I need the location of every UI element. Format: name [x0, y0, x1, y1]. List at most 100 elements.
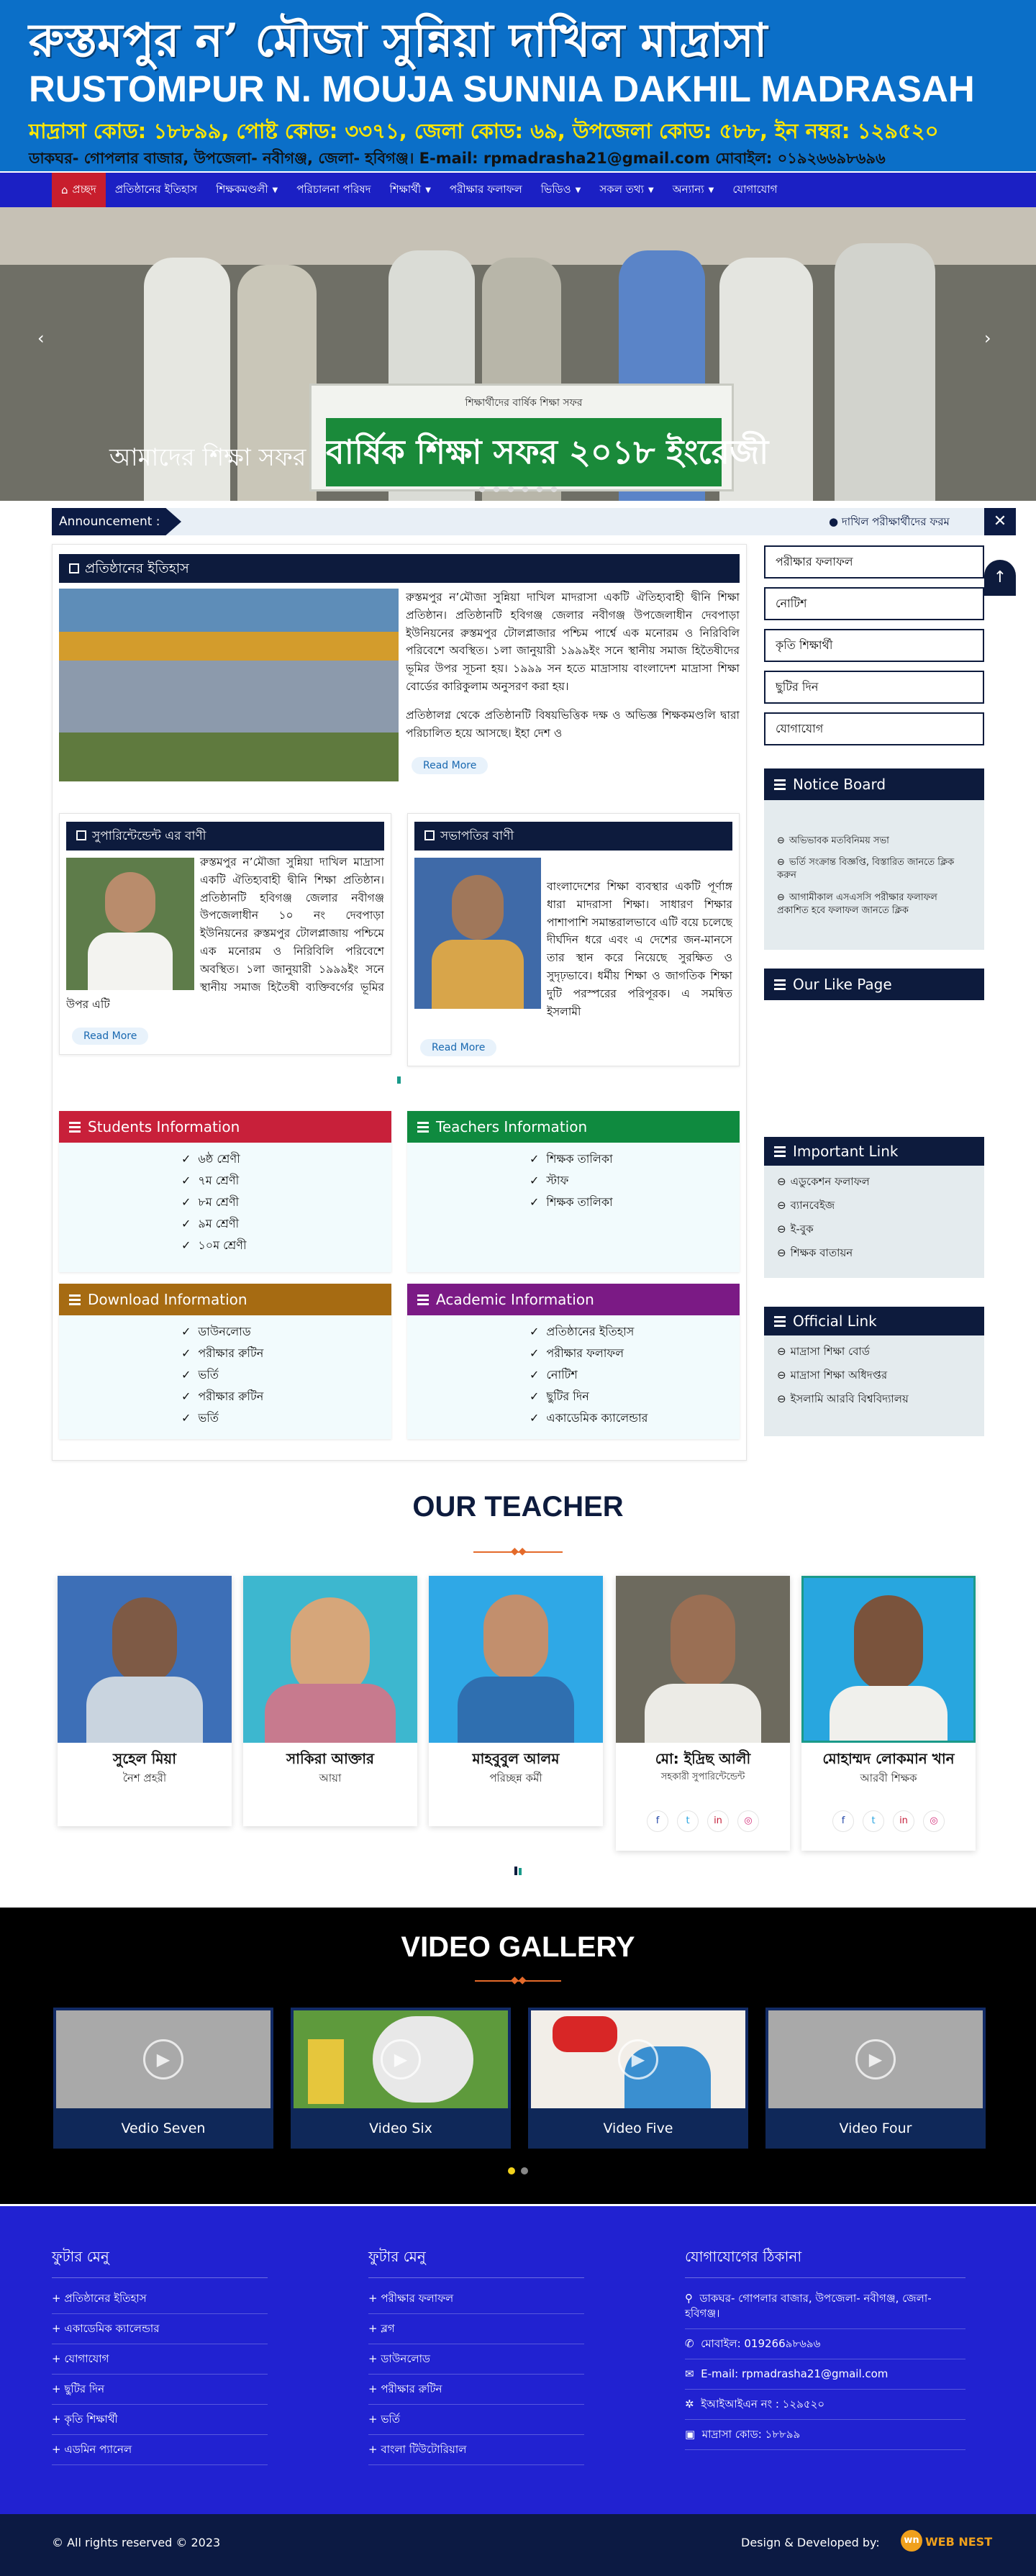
- nav-item-teachers[interactable]: শিক্ষকমণ্ডলী ▼: [206, 173, 287, 207]
- video-card[interactable]: ▶ Video Six: [291, 2008, 511, 2149]
- teacher-card[interactable]: মাহবুবুল আলম পরিচ্ছন্ন কর্মী: [429, 1576, 603, 1826]
- nav-item-committee[interactable]: পরিচালনা পরিষদ: [287, 173, 380, 207]
- nav-item-video[interactable]: ভিডিও ▼: [532, 173, 591, 207]
- list-item[interactable]: পরীক্ষার রুটিন: [181, 1386, 391, 1407]
- list-item[interactable]: ৯ম শ্রেণী: [181, 1213, 391, 1235]
- menu-icon: [417, 1299, 429, 1301]
- footer-contact-item: ✆ মোবাইল: 019266৯৮৬৯৬: [685, 2329, 965, 2359]
- carousel-indicator[interactable]: [519, 1868, 522, 1875]
- video-card[interactable]: ▶ Video Four: [765, 2008, 986, 2149]
- instagram-icon[interactable]: ◎: [923, 1810, 945, 1832]
- video-card[interactable]: ▶ Video Five: [528, 2008, 748, 2149]
- list-item[interactable]: প্রতিষ্ঠানের ইতিহাস: [530, 1321, 740, 1343]
- carousel-dot-active[interactable]: [508, 2167, 515, 2174]
- list-item[interactable]: ১০ম শ্রেণী: [181, 1235, 391, 1256]
- teachers-info-header: Teachers Information: [407, 1111, 740, 1143]
- nav-item-home[interactable]: ⌂ প্রচ্ছদ: [52, 173, 106, 207]
- twitter-icon[interactable]: t: [863, 1810, 884, 1832]
- linkedin-icon[interactable]: in: [707, 1810, 729, 1832]
- list-item[interactable]: ৬ষ্ঠ শ্রেণী: [181, 1148, 391, 1170]
- linkedin-icon[interactable]: in: [893, 1810, 914, 1832]
- quick-link-notice[interactable]: নোটিশ: [764, 587, 984, 620]
- developer-brand[interactable]: WEB NEST: [925, 2535, 992, 2549]
- nav-item-others[interactable]: অন্যান্য ▼: [663, 173, 724, 207]
- slider-dots[interactable]: [460, 486, 576, 494]
- list-item[interactable]: ভর্তি: [181, 1364, 391, 1386]
- teacher-card[interactable]: সুহেল মিয়া নৈশ প্রহরী: [58, 1576, 232, 1826]
- notice-item[interactable]: ভর্তি সংক্রান্ত বিজ্ঞপ্তি, বিস্তারিত জান…: [764, 852, 984, 886]
- list-item[interactable]: স্টাফ: [530, 1170, 740, 1192]
- list-item[interactable]: ছুটির দিন: [530, 1386, 740, 1407]
- twitter-icon[interactable]: t: [677, 1810, 699, 1832]
- important-link-item[interactable]: ব্যানবেইজ: [764, 1194, 984, 1217]
- super-read-more-button[interactable]: Read More: [72, 1028, 149, 1045]
- video-card[interactable]: ▶ Vedio Seven: [53, 2008, 273, 2149]
- facebook-icon[interactable]: f: [832, 1810, 854, 1832]
- footer-link[interactable]: + ভর্তি: [368, 2405, 584, 2435]
- footer-link[interactable]: + কৃতি শিক্ষার্থী: [52, 2405, 268, 2435]
- official-link-item[interactable]: মাদ্রাসা শিক্ষা অধিদপ্তর: [764, 1364, 984, 1387]
- footer-link[interactable]: + পরীক্ষার রুটিন: [368, 2375, 584, 2405]
- back-to-top-icon[interactable]: ↑: [984, 560, 1016, 596]
- footer-link[interactable]: + বাংলা টিউটোরিয়াল: [368, 2435, 584, 2465]
- footer-contact-item[interactable]: ✉ E-mail: rpmadrasha21@gmail.com: [685, 2359, 965, 2390]
- carousel-dot[interactable]: [521, 2167, 528, 2174]
- footer-link[interactable]: + একাডেমিক ক্যালেন্ডার: [52, 2314, 268, 2344]
- play-icon[interactable]: ▶: [143, 2039, 183, 2080]
- quick-link-achievers[interactable]: কৃতি শিক্ষার্থী: [764, 629, 984, 662]
- teacher-card[interactable]: সাকিরা আক্তার আয়া: [243, 1576, 417, 1826]
- history-read-more-button[interactable]: Read More: [412, 757, 489, 774]
- play-icon[interactable]: ▶: [381, 2039, 421, 2080]
- important-link-item[interactable]: ই-বুক: [764, 1217, 984, 1241]
- quick-link-holidays[interactable]: ছুটির দিন: [764, 671, 984, 704]
- list-item[interactable]: শিক্ষক তালিকা: [530, 1192, 740, 1213]
- teacher-card[interactable]: মো: ইদ্রিছ আলী সহকারী সুপারিন্টেন্ডেন্ট …: [616, 1576, 790, 1851]
- banner-small-text: শিক্ষার্থীদের বার্ষিক শিক্ষা সফর: [465, 397, 583, 409]
- official-link-item[interactable]: ইসলামি আরবি বিশ্ববিদ্যালয়: [764, 1387, 984, 1411]
- carousel-indicator[interactable]: [514, 1867, 517, 1875]
- list-item[interactable]: ডাউনলোড: [181, 1321, 391, 1343]
- president-read-more-button[interactable]: Read More: [420, 1039, 497, 1056]
- list-item[interactable]: পরীক্ষার ফলাফল: [530, 1343, 740, 1364]
- teacher-card[interactable]: মোহাম্মদ লোকমান খান আরবী শিক্ষক f t in ◎: [801, 1576, 976, 1851]
- play-icon[interactable]: ▶: [855, 2039, 896, 2080]
- nav-item-results[interactable]: পরীক্ষার ফলাফল: [440, 173, 532, 207]
- quick-link-contact[interactable]: যোগাযোগ: [764, 712, 984, 745]
- list-item[interactable]: ৭ম শ্রেণী: [181, 1170, 391, 1192]
- quick-link-results[interactable]: পরীক্ষার ফলাফল: [764, 545, 984, 579]
- official-link-item[interactable]: মাদ্রাসা শিক্ষা বোর্ড: [764, 1340, 984, 1364]
- list-item[interactable]: পরীক্ষার রুটিন: [181, 1343, 391, 1364]
- nav-item-students[interactable]: শিক্ষার্থী ▼: [381, 173, 440, 207]
- slider-prev-icon[interactable]: ‹: [37, 328, 45, 348]
- developer-logo-icon[interactable]: wn: [901, 2530, 922, 2552]
- play-icon[interactable]: ▶: [618, 2039, 658, 2080]
- footer-link[interactable]: + এডমিন প্যানেল: [52, 2435, 268, 2465]
- important-link-item[interactable]: শিক্ষক বাতায়ন: [764, 1241, 984, 1265]
- list-item[interactable]: একাডেমিক ক্যালেন্ডার: [530, 1407, 740, 1429]
- teachers-info-title: Teachers Information: [436, 1118, 588, 1135]
- nav-item-all-info[interactable]: সকল তথ্য ▼: [590, 173, 663, 207]
- notice-item[interactable]: অভিভাবক মতবিনিময় সভা: [764, 830, 984, 852]
- nav-item-history[interactable]: প্রতিষ্ঠানের ইতিহাস: [106, 173, 206, 207]
- list-item[interactable]: শিক্ষক তালিকা: [530, 1148, 740, 1170]
- close-icon[interactable]: ✕: [984, 508, 1016, 535]
- footer-link[interactable]: + প্রতিষ্ঠানের ইতিহাস: [52, 2284, 268, 2314]
- footer-link[interactable]: + পরীক্ষার ফলাফল: [368, 2284, 584, 2314]
- list-item[interactable]: নোটিশ: [530, 1364, 740, 1386]
- notice-item[interactable]: আগামীকাল এসএসসি পরীক্ষার ফলাফল প্রকাশিত …: [764, 887, 984, 922]
- footer-link[interactable]: + ব্লগ: [368, 2314, 584, 2344]
- footer-link[interactable]: + ছুটির দিন: [52, 2375, 268, 2405]
- announcement-label: Announcement :: [52, 508, 181, 535]
- teacher-social: f t in ◎: [616, 1810, 790, 1832]
- facebook-icon[interactable]: f: [647, 1810, 668, 1832]
- slider-next-icon[interactable]: ›: [984, 328, 991, 348]
- list-item[interactable]: ৮ম শ্রেণী: [181, 1192, 391, 1213]
- list-item[interactable]: ভর্তি: [181, 1407, 391, 1429]
- footer-link[interactable]: + ডাউনলোড: [368, 2344, 584, 2375]
- announcement-text[interactable]: ● দাখিল পরীক্ষার্থীদের ফরম: [829, 508, 987, 535]
- instagram-icon[interactable]: ◎: [737, 1810, 759, 1832]
- photo-ground: [59, 733, 399, 781]
- nav-item-contact[interactable]: যোগাযোগ: [723, 173, 786, 207]
- footer-link[interactable]: + যোগাযোগ: [52, 2344, 268, 2375]
- important-link-item[interactable]: এডুকেশন ফলাফল: [764, 1170, 984, 1194]
